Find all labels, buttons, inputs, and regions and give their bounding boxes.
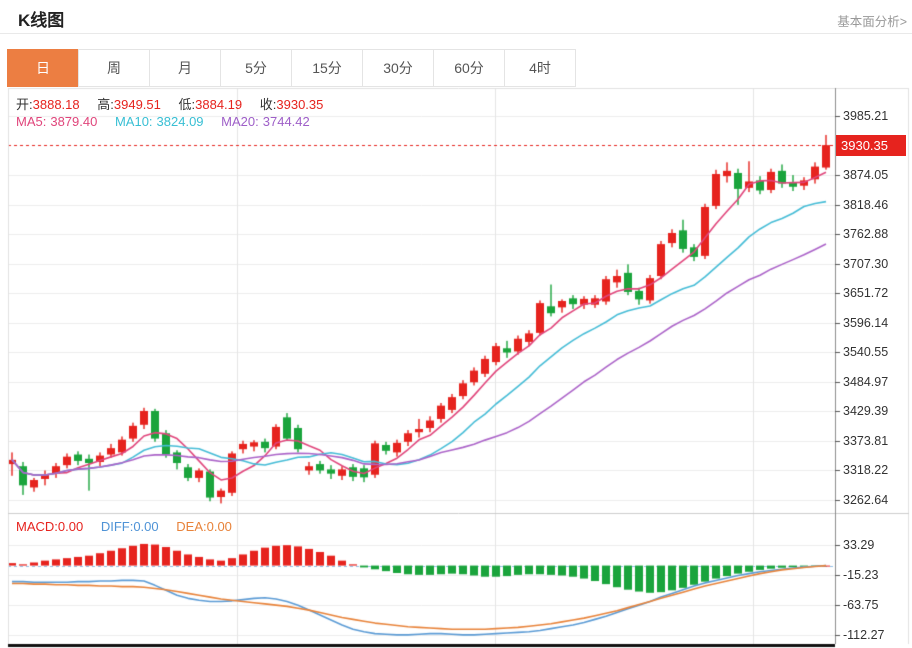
macd-axis-label: -63.75 xyxy=(843,597,907,613)
close-label: 收: xyxy=(260,97,277,112)
ma10-label: MA10: xyxy=(115,114,153,129)
ma5-value: 3879.40 xyxy=(50,114,97,129)
kline-widget: K线图 基本面分析> 日周月5分15分30分60分4时 开:3888.18 高:… xyxy=(0,0,912,648)
y-axis-label: 3596.14 xyxy=(843,315,907,331)
y-axis-label: 3318.22 xyxy=(843,462,907,478)
y-axis-label: 3707.30 xyxy=(843,256,907,272)
dea-label: DEA: xyxy=(176,519,206,534)
low-label: 低: xyxy=(179,97,196,112)
ma20-value: 3744.42 xyxy=(263,114,310,129)
last-price-tag: 3930.35 xyxy=(836,135,906,156)
macd-value: 0.00 xyxy=(58,519,83,534)
y-axis-label: 3818.46 xyxy=(843,197,907,213)
y-axis-label: 3985.21 xyxy=(843,108,907,124)
ma10-value: 3824.09 xyxy=(157,114,204,129)
macd-axis-label: -112.27 xyxy=(843,627,907,643)
ma-legend: MA5: 3879.40 MA10: 3824.09 MA20: 3744.42 xyxy=(16,114,310,129)
ma20-label: MA20: xyxy=(221,114,259,129)
high-label: 高: xyxy=(97,97,114,112)
diff-label: DIFF: xyxy=(101,519,134,534)
y-axis-label: 3262.64 xyxy=(843,492,907,508)
ohlc-legend: 开:3888.18 高:3949.51 低:3884.19 收:3930.35 xyxy=(16,94,323,113)
y-axis-label: 3762.88 xyxy=(843,226,907,242)
macd-legend: MACD:0.00 DIFF:0.00 DEA:0.00 xyxy=(16,519,232,534)
y-axis-label: 3484.97 xyxy=(843,374,907,390)
close-value: 3930.35 xyxy=(276,97,323,112)
high-value: 3949.51 xyxy=(114,97,161,112)
open-label: 开: xyxy=(16,97,33,112)
dea-value: 0.00 xyxy=(207,519,232,534)
ma5-label: MA5: xyxy=(16,114,46,129)
macd-label: MACD: xyxy=(16,519,58,534)
y-axis-label: 3651.72 xyxy=(843,285,907,301)
macd-axis-label: 33.29 xyxy=(843,537,907,553)
y-axis-label: 3373.81 xyxy=(843,433,907,449)
macd-axis-label: -15.23 xyxy=(843,567,907,583)
y-axis-label: 3429.39 xyxy=(843,403,907,419)
y-axis-label: 3874.05 xyxy=(843,167,907,183)
open-value: 3888.18 xyxy=(33,97,80,112)
y-axis-label: 3540.55 xyxy=(843,344,907,360)
low-value: 3884.19 xyxy=(195,97,242,112)
diff-value: 0.00 xyxy=(133,519,158,534)
